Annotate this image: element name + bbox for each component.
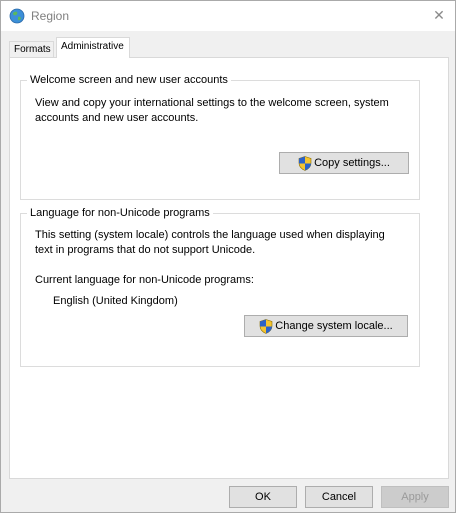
- tab-formats[interactable]: Formats: [9, 41, 54, 57]
- welcome-description-line2: accounts and new user accounts.: [35, 112, 199, 124]
- unicode-description-line2: text in programs that do not support Uni…: [35, 244, 256, 256]
- close-button[interactable]: ✕: [423, 1, 455, 31]
- copy-settings-label: Copy settings...: [314, 157, 390, 169]
- copy-settings-button[interactable]: Copy settings...: [279, 152, 409, 174]
- non-unicode-group-legend: Language for non-Unicode programs: [27, 207, 213, 219]
- ok-button[interactable]: OK: [229, 486, 297, 508]
- tab-administrative[interactable]: Administrative: [56, 37, 130, 58]
- region-dialog: Region ✕ Formats Administrative Welcome …: [0, 0, 456, 513]
- uac-shield-icon: [298, 155, 312, 171]
- change-system-locale-button[interactable]: Change system locale...: [244, 315, 408, 337]
- welcome-group-legend: Welcome screen and new user accounts: [27, 74, 231, 86]
- unicode-description-line1: This setting (system locale) controls th…: [35, 229, 385, 241]
- globe-icon: [9, 8, 25, 24]
- non-unicode-group: Language for non-Unicode programs This s…: [20, 207, 420, 367]
- current-language-label: Current language for non-Unicode program…: [35, 274, 254, 286]
- uac-shield-icon: [259, 318, 273, 334]
- change-locale-label: Change system locale...: [275, 320, 393, 332]
- cancel-button[interactable]: Cancel: [305, 486, 373, 508]
- apply-button[interactable]: Apply: [381, 486, 449, 508]
- close-icon: ✕: [433, 8, 445, 24]
- welcome-screen-group: Welcome screen and new user accounts Vie…: [20, 74, 420, 200]
- current-language-value: English (United Kingdom): [53, 295, 178, 307]
- administrative-panel: Welcome screen and new user accounts Vie…: [9, 57, 449, 479]
- window-title: Region: [31, 9, 70, 23]
- welcome-description-line1: View and copy your international setting…: [35, 97, 389, 109]
- title-bar[interactable]: Region ✕: [1, 1, 455, 31]
